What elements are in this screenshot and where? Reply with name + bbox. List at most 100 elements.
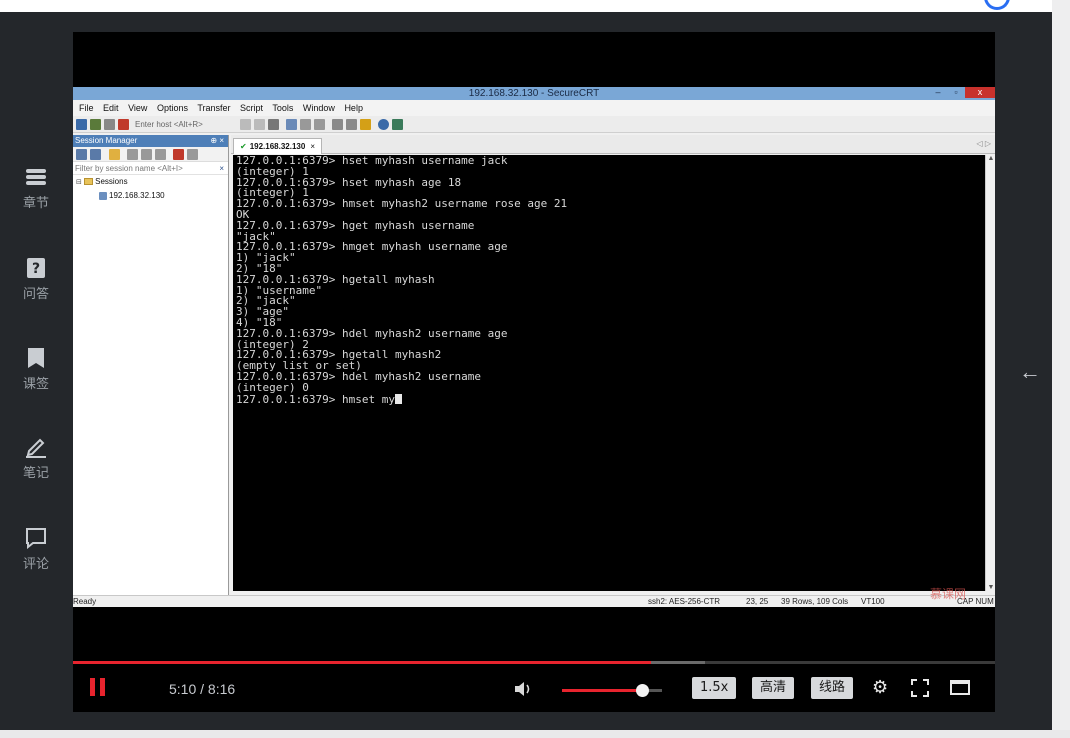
menu-options[interactable]: Options [157, 103, 188, 113]
terminal-line: 127.0.0.1:6379> hmget myhash username ag… [236, 240, 508, 254]
connected-check-icon: ✔ [240, 142, 247, 151]
session-manager-header: Session Manager ⊕ × [73, 135, 228, 147]
pip-icon[interactable] [950, 680, 970, 695]
terminal-input-text: 127.0.0.1:6379> hmset my [236, 392, 395, 406]
print-setup-icon[interactable] [300, 119, 311, 130]
menu-edit[interactable]: Edit [103, 103, 119, 113]
terminal-line: 3) "age" [236, 305, 289, 319]
site-logo-icon [984, 0, 1010, 10]
status-term: VT100 [861, 597, 885, 606]
pause-button[interactable] [90, 678, 106, 696]
rail-notes[interactable]: 笔记 [0, 436, 72, 481]
terminal-line: 127.0.0.1:6379> hgetall myhash [236, 272, 435, 286]
crt-menubar: File Edit View Options Transfer Script T… [73, 100, 995, 116]
time-display: 5:10 / 8:16 [169, 681, 236, 697]
menu-transfer[interactable]: Transfer [197, 103, 230, 113]
scroll-down-icon[interactable]: ▼ [986, 584, 995, 591]
volume-level [562, 689, 642, 692]
crt-maximize-button[interactable]: ▫ [949, 87, 963, 98]
line-button[interactable]: 线路 [811, 677, 854, 699]
connect-session-icon[interactable] [90, 149, 101, 160]
connect-icon[interactable] [76, 119, 87, 130]
paste-icon[interactable] [254, 119, 265, 130]
rail-chapters[interactable]: 章节 [0, 166, 72, 211]
terminal-line: 127.0.0.1:6379> hset myhash age 18 [236, 175, 462, 189]
keymap-icon[interactable] [346, 119, 357, 130]
tree-session-item[interactable]: 192.168.32.130 [73, 189, 228, 202]
chapters-icon [26, 169, 46, 185]
crt-titlebar: 192.168.32.130 - SecureCRT – ▫ x [73, 87, 995, 100]
session-tab[interactable]: ✔ 192.168.32.130 × [233, 138, 322, 154]
status-cipher: ssh2: AES-256-CTR [648, 597, 721, 606]
properties-icon[interactable] [187, 149, 198, 160]
key-icon[interactable] [360, 119, 371, 130]
terminal-line: 1) "username" [236, 283, 323, 297]
menu-tools[interactable]: Tools [272, 103, 293, 113]
pause-icon-bar [100, 678, 105, 696]
terminal-line: 127.0.0.1:6379> hdel myhash2 username [236, 369, 482, 383]
find-icon[interactable] [268, 119, 279, 130]
volume-slider[interactable] [562, 684, 662, 697]
terminal-scrollbar[interactable]: ▲ ▼ [985, 155, 995, 591]
sftp-icon[interactable] [392, 119, 403, 130]
pause-icon [90, 678, 95, 696]
rail-comments[interactable]: 评论 [0, 527, 72, 572]
session-filter-placeholder: Filter by session name <Alt+I> [75, 164, 183, 173]
page-top-band [0, 0, 1070, 12]
rail-notes-label: 笔记 [22, 466, 49, 481]
host-input[interactable]: Enter host <Alt+R> [135, 119, 203, 130]
cut-icon[interactable] [127, 149, 138, 160]
session-filter-input[interactable]: Filter by session name <Alt+I> × [73, 162, 228, 175]
right-edge-strip [1052, 0, 1070, 738]
gear-icon[interactable]: ⚙ [872, 677, 890, 697]
menu-script[interactable]: Script [240, 103, 263, 113]
menu-view[interactable]: View [128, 103, 147, 113]
delete-icon[interactable] [173, 149, 184, 160]
disconnect-icon[interactable] [118, 119, 129, 130]
tab-close-icon[interactable]: × [310, 142, 315, 151]
filter-clear-icon[interactable]: × [219, 162, 224, 175]
pen-icon [26, 438, 46, 458]
copy-session-icon[interactable] [141, 149, 152, 160]
terminal-line: 127.0.0.1:6379> hdel myhash2 username ag… [236, 326, 508, 340]
session-manager-title: Session Manager [75, 136, 138, 145]
tree-collapse-icon[interactable]: ⊟ [76, 179, 82, 186]
menu-window[interactable]: Window [303, 103, 335, 113]
back-arrow-icon[interactable]: ← [1016, 358, 1044, 386]
speed-button[interactable]: 1.5x [692, 677, 737, 699]
rail-bookmarks[interactable]: 课签 [0, 347, 72, 392]
new-folder-icon[interactable] [109, 149, 120, 160]
crt-close-button[interactable]: x [965, 87, 995, 98]
rail-qa[interactable]: ? 问答 [0, 257, 72, 302]
fullscreen-icon[interactable] [911, 679, 929, 697]
rail-qa-label: 问答 [22, 287, 49, 302]
paste-session-icon[interactable] [155, 149, 166, 160]
tree-session-label: 192.168.32.130 [109, 191, 165, 200]
terminal-line: 127.0.0.1:6379> hset myhash username jac… [236, 155, 508, 167]
volume-handle[interactable] [636, 684, 649, 697]
settings-icon[interactable] [332, 119, 343, 130]
question-icon: ? [27, 258, 45, 278]
tab-scroll-arrows[interactable]: ◁ ▷ [976, 139, 991, 148]
print-icon[interactable] [286, 119, 297, 130]
menu-file[interactable]: File [79, 103, 94, 113]
help-icon[interactable] [378, 119, 389, 130]
volume-icon[interactable] [513, 679, 535, 699]
copy-icon[interactable] [240, 119, 251, 130]
quality-button[interactable]: 高清 [752, 677, 795, 699]
terminal-line: 127.0.0.1:6379> hmset myhash2 username r… [236, 197, 568, 211]
reconnect-icon[interactable] [104, 119, 115, 130]
terminal-output[interactable]: 127.0.0.1:6379> hset myhash username jac… [233, 155, 985, 591]
scroll-up-icon[interactable]: ▲ [986, 155, 995, 162]
menu-help[interactable]: Help [344, 103, 363, 113]
crt-minimize-button[interactable]: – [931, 87, 945, 98]
session-icon [99, 191, 107, 200]
session-manager-controls[interactable]: ⊕ × [210, 135, 224, 147]
tree-sessions-root[interactable]: ⊟ Sessions [73, 175, 228, 189]
video-frame-securecrt: 192.168.32.130 - SecureCRT – ▫ x File Ed… [73, 87, 995, 607]
log-icon[interactable] [314, 119, 325, 130]
tree-sessions-label: Sessions [95, 177, 128, 186]
terminal-input-line[interactable]: 127.0.0.1:6379> hmset my [236, 392, 985, 406]
new-session-icon[interactable] [76, 149, 87, 160]
quick-connect-icon[interactable] [90, 119, 101, 130]
